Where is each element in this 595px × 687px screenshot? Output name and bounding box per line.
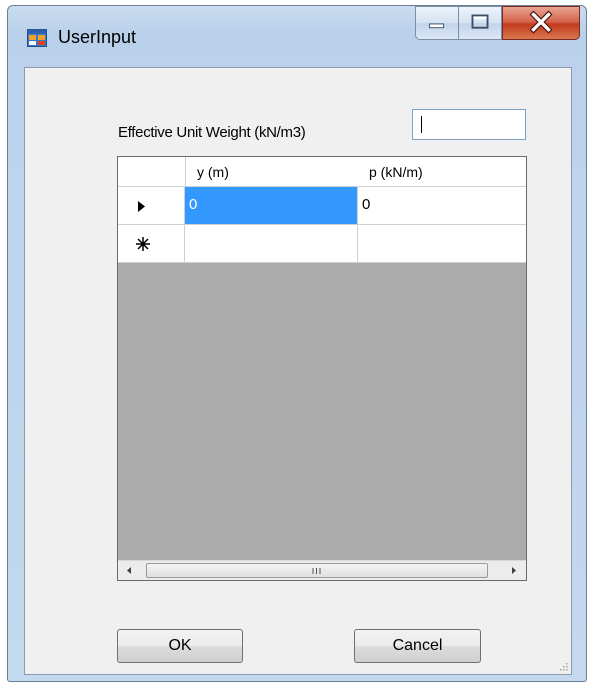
scroll-thumb[interactable] <box>146 563 488 578</box>
minimize-icon <box>429 23 445 29</box>
column-header-p-label: p (kN/m) <box>369 164 423 180</box>
table-cell-y-new[interactable] <box>185 225 358 263</box>
row-header-new[interactable] <box>118 225 185 263</box>
unit-weight-label: Effective Unit Weight (kN/m3) <box>118 124 306 141</box>
form-app-icon[interactable] <box>27 29 47 47</box>
unit-weight-input[interactable] <box>412 109 526 140</box>
maximize-icon <box>471 14 489 29</box>
maximize-button[interactable] <box>458 6 502 40</box>
close-button[interactable] <box>502 6 580 40</box>
ok-button[interactable]: OK <box>117 629 243 663</box>
minimize-button[interactable] <box>415 6 459 40</box>
cancel-button[interactable]: Cancel <box>354 629 481 663</box>
table-cell-y[interactable]: 0 <box>185 187 358 225</box>
close-icon <box>529 10 553 34</box>
new-row-asterisk-icon <box>136 237 150 251</box>
column-header-y-label: y (m) <box>197 164 229 180</box>
column-header-y[interactable]: y (m) <box>186 157 359 187</box>
resize-grip-icon[interactable] <box>558 661 568 671</box>
scroll-grip-icon <box>312 568 321 574</box>
grid-corner-header[interactable] <box>118 157 186 187</box>
scroll-right-arrow-icon <box>512 567 516 574</box>
cell-value: 0 <box>362 196 371 213</box>
horizontal-scrollbar[interactable] <box>118 560 526 580</box>
table-cell-p-new[interactable] <box>358 225 526 263</box>
form-client-area: Effective Unit Weight (kN/m3) y (m) p (k… <box>24 67 572 675</box>
title-bar[interactable]: UserInput <box>8 6 586 58</box>
scroll-right-button[interactable] <box>504 561 524 580</box>
scroll-left-arrow-icon <box>127 567 131 574</box>
current-row-arrow-icon <box>138 201 145 212</box>
text-caret <box>421 116 422 133</box>
data-grid[interactable]: y (m) p (kN/m) 0 0 <box>117 156 527 581</box>
window-title: UserInput <box>58 27 137 47</box>
cell-value: 0 <box>189 196 198 213</box>
column-header-p[interactable]: p (kN/m) <box>358 157 526 187</box>
scroll-left-button[interactable] <box>120 561 140 580</box>
table-cell-p[interactable]: 0 <box>358 187 526 225</box>
row-header-1[interactable] <box>118 187 185 225</box>
userinput-window: UserInput Effective Unit Weight (kN/m3) <box>7 5 587 682</box>
